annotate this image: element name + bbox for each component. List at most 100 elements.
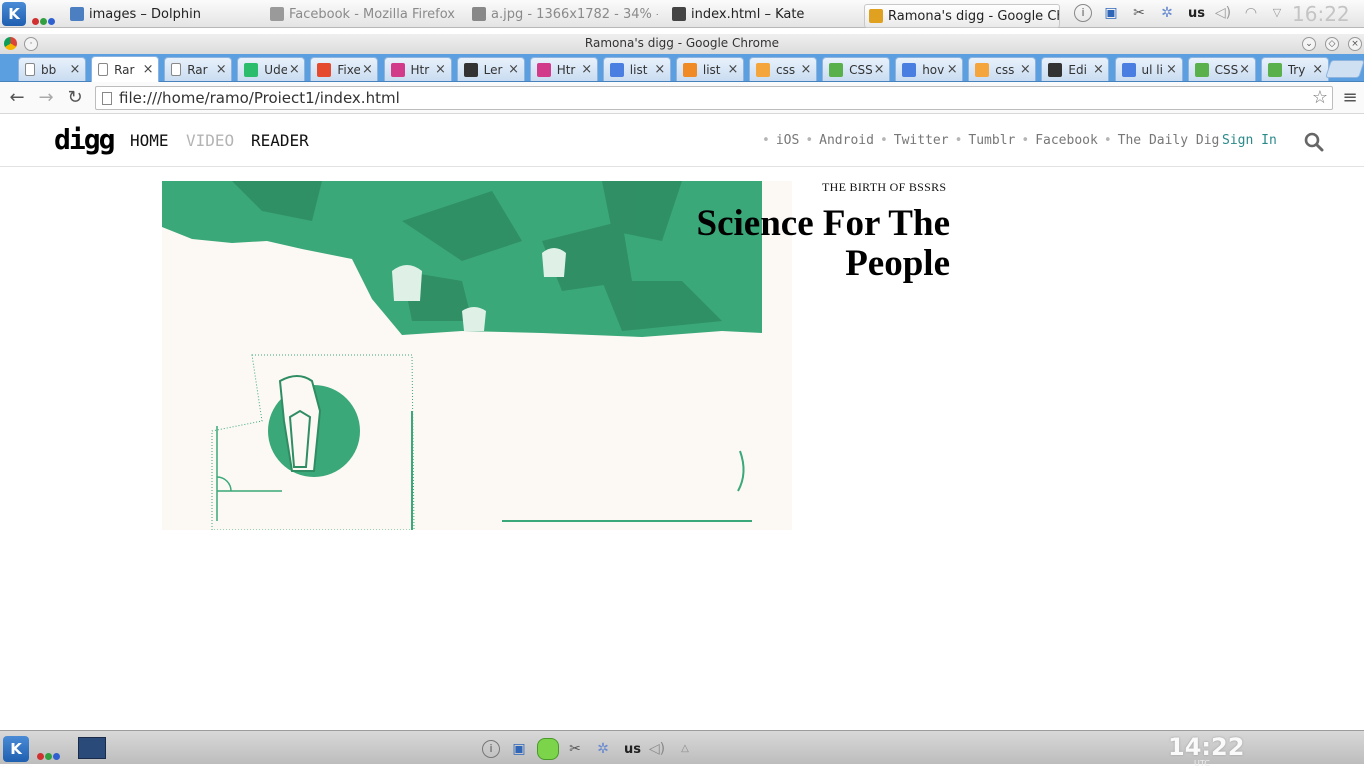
browser-tab[interactable]: Htr × <box>529 57 598 81</box>
reload-icon[interactable]: ↻ <box>65 88 85 108</box>
wifi-icon[interactable]: ◠ <box>1242 4 1260 22</box>
minimize-icon[interactable]: ⌄ <box>1302 37 1316 51</box>
browser-tab[interactable]: hov × <box>895 57 964 81</box>
browser-tab[interactable]: bb × <box>18 57 86 81</box>
forward-arrow-icon[interactable]: → <box>36 88 56 108</box>
clock[interactable]: 14:22 <box>1168 733 1244 761</box>
tab-close-icon[interactable]: × <box>1311 62 1325 77</box>
task-2[interactable]: a.jpg - 1366x1782 - 34% – Gwe <box>468 2 658 26</box>
clipboard-icon[interactable]: ▣ <box>1102 4 1120 22</box>
page-icon <box>98 63 109 76</box>
keyboard-layout[interactable]: us <box>1188 6 1205 21</box>
tab-close-icon[interactable]: × <box>653 62 667 77</box>
tab-close-icon[interactable]: × <box>580 62 594 77</box>
color-wheel-icon <box>390 62 405 77</box>
tab-close-icon[interactable]: × <box>1165 62 1179 77</box>
bookmark-star-icon[interactable]: ☆ <box>1312 87 1328 109</box>
close-icon[interactable]: × <box>1348 37 1362 51</box>
clock[interactable]: 16:22 <box>1292 2 1350 26</box>
desktop-pager[interactable] <box>78 737 106 759</box>
browser-tab[interactable]: ul li × <box>1114 57 1183 81</box>
network-share-icon[interactable]: ✲ <box>594 740 612 758</box>
tab-close-icon[interactable]: × <box>872 62 886 77</box>
udemy-icon <box>244 62 259 77</box>
network-share-icon[interactable]: ✲ <box>1158 4 1176 22</box>
tab-label: Try <box>1287 62 1306 77</box>
nav-home[interactable]: HOME <box>130 131 169 150</box>
task-4[interactable]: Ramona's digg - Google Chrom <box>864 4 1060 28</box>
maximize-icon[interactable]: ◇ <box>1325 37 1339 51</box>
browser-tab[interactable]: list × <box>602 57 671 81</box>
browser-tab[interactable]: Rar × <box>164 57 233 81</box>
info-icon[interactable]: i <box>1074 4 1092 22</box>
browser-tab[interactable]: css × <box>749 57 817 81</box>
tab-close-icon[interactable]: × <box>141 62 155 77</box>
activity-dots-icon[interactable] <box>32 10 56 29</box>
browser-tab[interactable]: Ler × <box>456 57 525 81</box>
tab-close-icon[interactable]: × <box>68 62 82 77</box>
window-titlebar: · Ramona's digg - Google Chrome ⌄ ◇ × <box>0 34 1364 54</box>
tab-close-icon[interactable]: × <box>360 62 374 77</box>
link-0[interactable]: iOS <box>776 133 799 148</box>
chevron-down-icon[interactable]: ▽ <box>1268 4 1286 22</box>
task-1[interactable]: Facebook - Mozilla Firefox <box>266 2 466 26</box>
tab-close-icon[interactable]: × <box>507 62 521 77</box>
volume-icon[interactable]: ◁) <box>1214 4 1232 22</box>
info-icon[interactable]: i <box>482 740 500 758</box>
link-5[interactable]: The Daily Dig <box>1118 133 1220 148</box>
link-3[interactable]: Tumblr <box>968 133 1015 148</box>
chat-icon[interactable] <box>537 738 559 760</box>
address-bar[interactable]: file:///home/ramo/Proiect1/index.html ☆ <box>95 86 1333 110</box>
tab-label: Edi <box>1068 62 1087 77</box>
tab-close-icon[interactable]: × <box>287 62 301 77</box>
kde-launcher-icon[interactable]: K <box>3 736 29 762</box>
browser-tab[interactable]: CSS × <box>1187 57 1256 81</box>
browser-tab[interactable]: Fixe × <box>310 57 379 81</box>
volume-icon[interactable]: ◁) <box>648 740 666 758</box>
browser-tab[interactable]: Rar × <box>91 56 160 82</box>
tab-strip: bb × Rar × Rar × Ude × Fixe × Htr × Ler × Htr × list × lis… <box>0 54 1364 82</box>
nav-reader[interactable]: READER <box>251 131 309 150</box>
browser-tab[interactable]: Try × <box>1260 57 1329 81</box>
browser-tab[interactable]: css × <box>968 57 1037 81</box>
back-arrow-icon[interactable]: ← <box>7 88 27 108</box>
tab-close-icon[interactable]: × <box>726 62 740 77</box>
scissors-icon[interactable]: ✂ <box>566 740 584 758</box>
article-headline[interactable]: Science For The People <box>632 204 951 284</box>
browser-tab[interactable]: Htr × <box>383 57 452 81</box>
kde-launcher-icon[interactable]: K <box>2 2 26 26</box>
browser-tab[interactable]: CSS × <box>822 57 891 81</box>
tab-close-icon[interactable]: × <box>434 62 448 77</box>
sign-in-link[interactable]: Sign In <box>1222 133 1277 148</box>
tab-close-icon[interactable]: × <box>945 62 959 77</box>
task-3[interactable]: index.html – Kate <box>668 2 858 26</box>
tab-label: css <box>995 62 1015 77</box>
search-icon[interactable] <box>1304 132 1324 152</box>
task-0[interactable]: images – Dolphin <box>66 2 276 26</box>
new-tab-button[interactable] <box>1325 60 1364 78</box>
tab-close-icon[interactable]: × <box>799 62 813 77</box>
tab-close-icon[interactable]: × <box>1238 62 1252 77</box>
tab-close-icon[interactable]: × <box>214 62 228 77</box>
scissors-icon[interactable]: ✂ <box>1130 4 1148 22</box>
nav-video[interactable]: VIDEO <box>186 131 234 150</box>
browser-tab[interactable]: Edi × <box>1041 57 1110 81</box>
link-1[interactable]: Android <box>819 133 874 148</box>
digg-logo[interactable]: digg <box>54 123 115 156</box>
tab-close-icon[interactable]: × <box>1018 62 1032 77</box>
color-wheel-icon <box>536 62 551 77</box>
clipboard-icon[interactable]: ▣ <box>510 740 528 758</box>
link-2[interactable]: Twitter <box>894 133 949 148</box>
article-kicker[interactable]: THE BIRTH OF BSSRS <box>822 180 946 195</box>
browser-tab[interactable]: Ude × <box>237 57 306 81</box>
tab-label: Fixe <box>337 62 361 77</box>
tab-close-icon[interactable]: × <box>1091 62 1105 77</box>
menu-hamburger-icon[interactable]: ≡ <box>1340 88 1360 108</box>
keyboard-layout[interactable]: us <box>624 742 641 757</box>
browser-tab[interactable]: list × <box>675 57 744 81</box>
link-4[interactable]: Facebook <box>1035 133 1098 148</box>
chevron-up-icon[interactable]: △ <box>676 740 694 758</box>
url-text[interactable]: file:///home/ramo/Proiect1/index.html <box>119 89 400 107</box>
activity-dots-icon[interactable] <box>37 745 61 764</box>
stackoverflow-icon <box>756 62 770 77</box>
